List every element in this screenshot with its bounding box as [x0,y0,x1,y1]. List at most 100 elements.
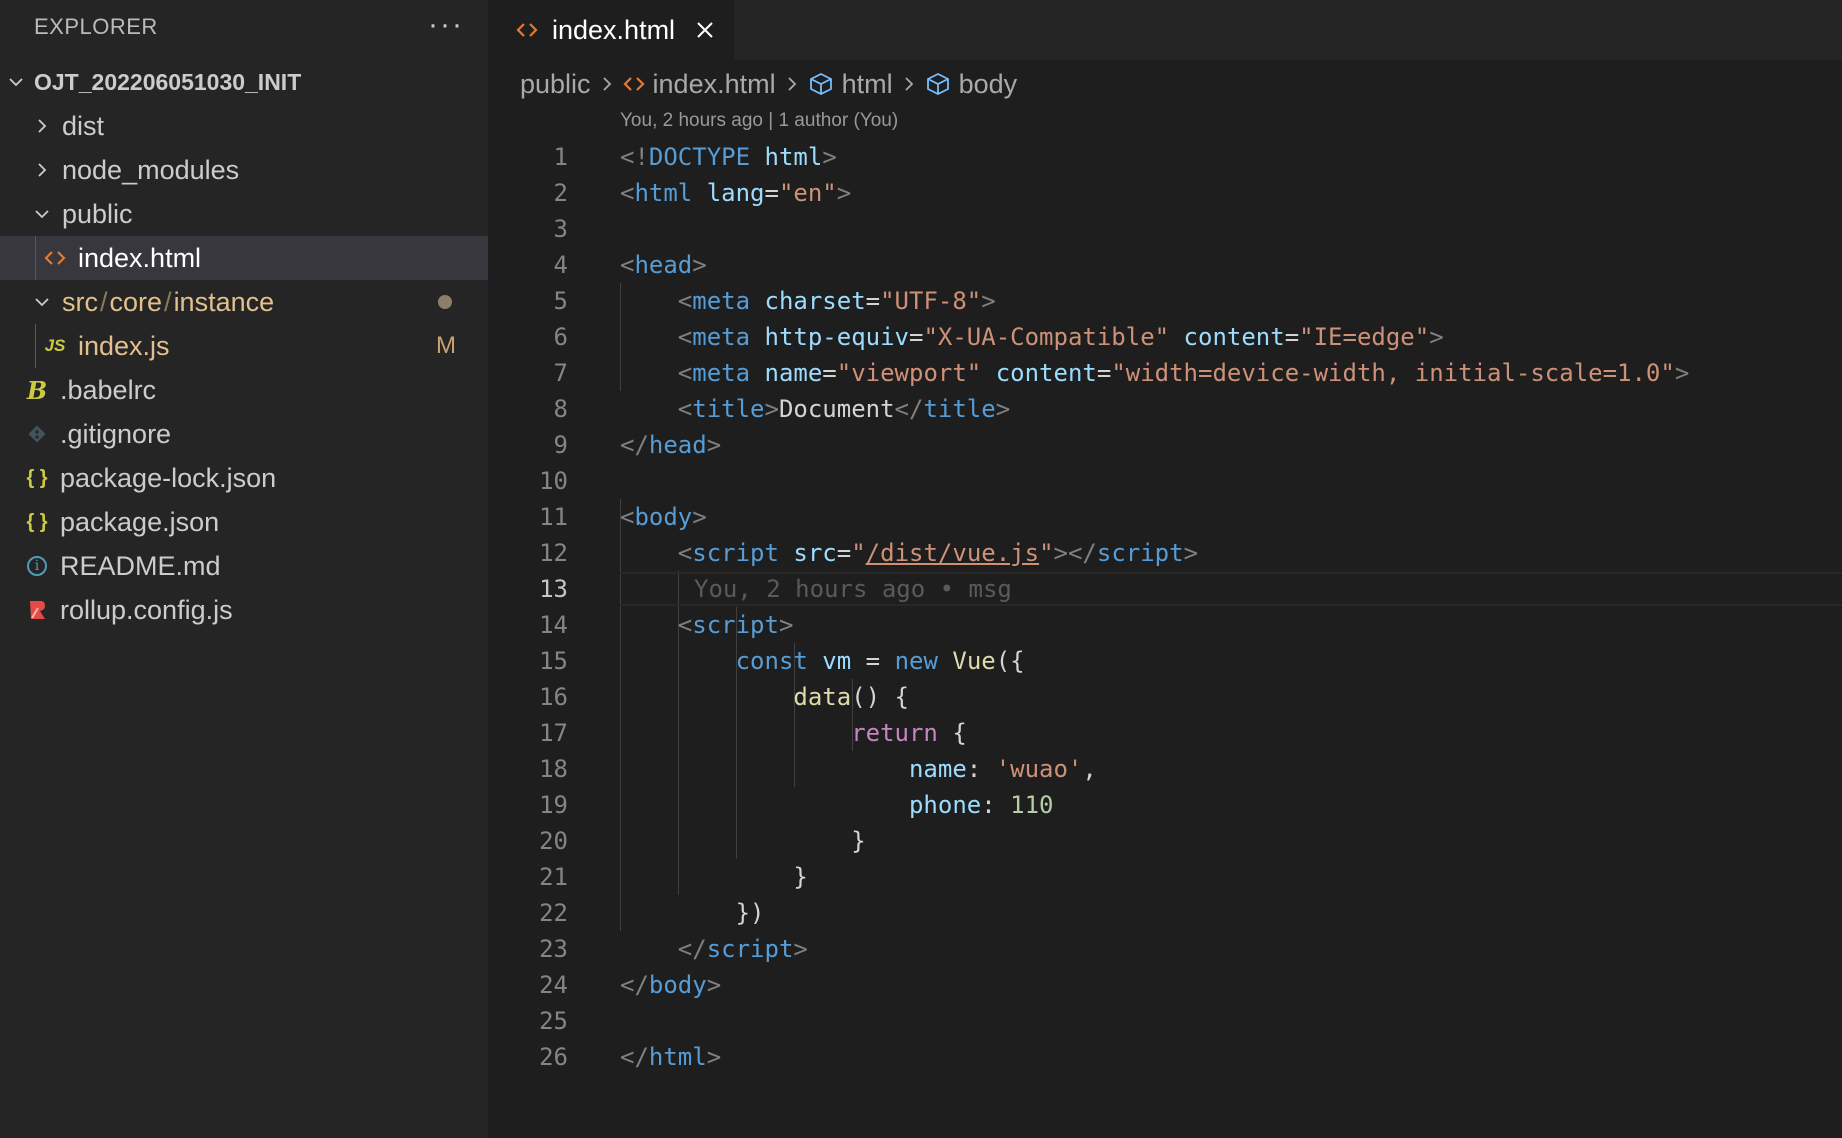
code-line[interactable]: 7 <meta name="viewport" content="width=d… [488,355,1842,391]
tree-item-label: dist [62,110,105,141]
token-tag: script [692,611,779,639]
code-line-current[interactable]: 13 You, 2 hours ago • msg [488,571,1842,607]
code-line[interactable]: 17 return { [488,715,1842,751]
git-file-icon [24,424,50,444]
tree-item-package-json[interactable]: { } package.json [0,500,488,544]
token-attr: content [1183,323,1285,351]
code-line[interactable]: 6 <meta http-equiv="X-UA-Compatible" con… [488,319,1842,355]
tree-root-folder[interactable]: OJT_202206051030_INIT [0,60,488,104]
token-tag: html [634,179,693,207]
code-line[interactable]: 16 data() { [488,679,1842,715]
tree-item-gitignore[interactable]: .gitignore [0,412,488,456]
chevron-right-icon [599,75,615,93]
code-line[interactable]: 24 </body> [488,967,1842,1003]
code-line[interactable]: 5 <meta charset="UTF-8"> [488,283,1842,319]
code-line[interactable]: 22 }) [488,895,1842,931]
code-line[interactable]: 1 <!DOCTYPE html> [488,139,1842,175]
token-tag: title [692,395,765,423]
code-editor[interactable]: 1 <!DOCTYPE html> 2 <html lang="en"> 3 4 <h… [488,139,1842,1075]
token-string: " [851,539,866,567]
code-line[interactable]: 12 <script src="/dist/vue.js"></script> [488,535,1842,571]
code-line[interactable]: 9 </head> [488,427,1842,463]
tree-item-label: src/core/instance [62,287,274,318]
token-punct: > [1429,323,1444,351]
line-content: <meta charset="UTF-8"> [620,283,996,319]
line-content: </head> [620,427,721,463]
codelens-blame[interactable]: You, 2 hours ago | 1 author (You) [620,110,898,132]
code-line[interactable]: 8 <title>Document</title> [488,391,1842,427]
code-line[interactable]: 19 phone: 110 [488,787,1842,823]
src-link[interactable]: /dist/vue.js [866,539,1039,567]
inline-blame: You, 2 hours ago • msg [694,575,1012,603]
line-number: 12 [539,539,568,567]
tree-item-index-js[interactable]: JS index.js M [0,324,488,368]
token-tag: body [648,971,707,999]
code-line[interactable]: 4 <head> [488,247,1842,283]
code-line[interactable]: 21 } [488,859,1842,895]
code-line[interactable]: 10 [488,463,1842,499]
token-equals: = [909,323,924,351]
tree-item-node-modules[interactable]: node_modules [0,148,488,192]
tree-item-src-core-instance[interactable]: src/core/instance [0,280,488,324]
code-line[interactable]: 26 </html> [488,1039,1842,1075]
breadcrumb-index-html[interactable]: index.html [653,69,776,100]
token-punct: <! [620,143,649,171]
close-icon[interactable] [695,20,715,40]
line-content: <title>Document</title> [620,391,1010,427]
tree-item-rollup-config-js[interactable]: rollup.config.js [0,588,488,632]
path-segment-core: core [109,286,163,317]
tree-item-index-html[interactable]: index.html [0,236,488,280]
tree-item-label: node_modules [62,154,240,185]
code-line[interactable]: 25 [488,1003,1842,1039]
code-line[interactable]: 11 <body> [488,499,1842,535]
line-content: </html> [620,1039,721,1075]
code-line[interactable]: 23 </script> [488,931,1842,967]
token-tag: meta [692,323,751,351]
code-line[interactable]: 20 } [488,823,1842,859]
code-line[interactable]: 14 <script> [488,607,1842,643]
token-tag: script [1096,539,1184,567]
token-equals: = [764,179,779,207]
chevron-right-icon [30,117,54,135]
chevron-down-icon [4,73,28,91]
line-number: 21 [539,863,568,891]
js-file-icon: JS [44,336,66,355]
token-punct: > [981,287,996,315]
tree-item-dist[interactable]: dist [0,104,488,148]
babel-file-icon: B [26,375,48,405]
token-punct: < [677,287,693,315]
token-punct: < [677,323,693,351]
more-actions-icon[interactable]: ··· [428,8,464,42]
token-punct: : [966,755,996,783]
code-line[interactable]: 18 name: 'wuao', [488,751,1842,787]
breadcrumb-public[interactable]: public [520,69,591,100]
tab-index-html[interactable]: index.html [488,0,734,60]
token-attr: http-equiv [764,323,910,351]
code-line[interactable]: 2 <html lang="en"> [488,175,1842,211]
tree-item-babelrc[interactable]: B .babelrc [0,368,488,412]
tree-item-label: index.js [78,330,170,361]
breadcrumb-html[interactable]: html [842,69,893,100]
code-line[interactable]: 15 const vm = new Vue({ [488,643,1842,679]
line-number: 2 [553,179,568,207]
line-number: 3 [553,215,568,243]
tree-item-package-lock-json[interactable]: { } package-lock.json [0,456,488,500]
chevron-right-icon [30,161,54,179]
breadcrumb-body[interactable]: body [959,69,1018,100]
tree-item-readme-md[interactable]: i README.md [0,544,488,588]
cube-icon [808,72,834,96]
path-segment-src: src [62,286,98,317]
line-number: 17 [539,719,568,747]
tree-item-public[interactable]: public [0,192,488,236]
html-file-icon [622,75,645,93]
token-punct: > [778,611,794,639]
code-line[interactable]: 3 [488,211,1842,247]
